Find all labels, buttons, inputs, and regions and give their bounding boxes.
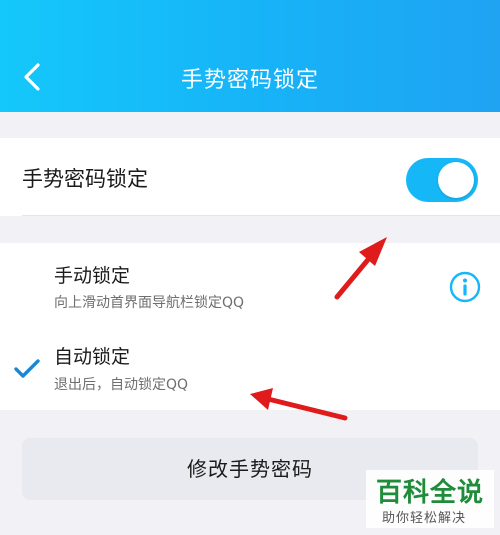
toggle-knob (438, 162, 474, 198)
gesture-lock-toggle[interactable] (406, 158, 478, 202)
manual-lock-description: 向上滑动首界面导航栏锁定QQ (54, 295, 245, 311)
lock-mode-options: 手动锁定 向上滑动首界面导航栏锁定QQ 自动锁定 退出后，自动锁定QQ (0, 243, 500, 410)
auto-lock-description: 退出后，自动锁定QQ (54, 377, 189, 393)
info-icon[interactable] (448, 270, 482, 304)
gesture-lock-label: 手势密码锁定 (22, 167, 148, 191)
header-bar: 手势密码锁定 (0, 0, 500, 112)
page-title: 手势密码锁定 (180, 68, 319, 93)
watermark-subtitle: 助你轻松解决 (382, 511, 467, 526)
watermark-logo: 百科全说 助你轻松解决 (366, 470, 494, 528)
manual-lock-title: 手动锁定 (54, 265, 131, 287)
checkmark-icon (13, 358, 41, 380)
row-divider (22, 215, 500, 216)
manual-lock-option[interactable]: 手动锁定 向上滑动首界面导航栏锁定QQ (0, 243, 500, 325)
watermark-title: 百科全说 (376, 478, 485, 508)
auto-lock-option[interactable]: 自动锁定 退出后，自动锁定QQ (0, 325, 500, 410)
auto-lock-title: 自动锁定 (54, 346, 131, 368)
gesture-lock-row: 手势密码锁定 (0, 138, 500, 216)
